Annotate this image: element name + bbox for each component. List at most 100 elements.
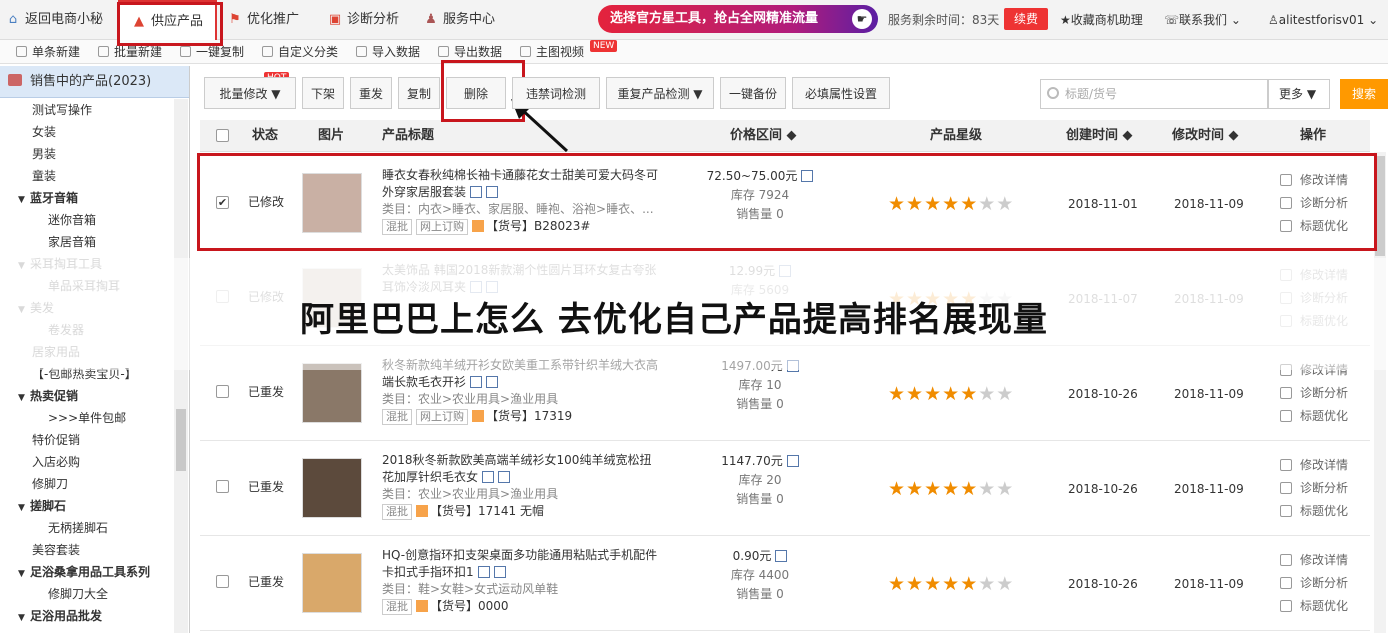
row-checkbox[interactable]	[216, 480, 229, 496]
row-actions: 修改详情诊断分析标题优化	[1280, 549, 1348, 618]
product-thumbnail[interactable]	[302, 363, 362, 423]
product-thumbnail[interactable]	[302, 553, 362, 613]
edit-icon[interactable]	[477, 566, 490, 578]
row-checkbox[interactable]	[216, 385, 229, 401]
product-thumbnail[interactable]	[302, 458, 362, 518]
sidebar-item[interactable]: 男装	[0, 143, 174, 165]
col-ops: 操作	[1300, 128, 1327, 143]
toolbar-button[interactable]: 复制	[398, 77, 440, 109]
search-icon	[1047, 87, 1059, 99]
image-icon[interactable]	[486, 376, 499, 388]
sidebar-item[interactable]: ▼ 热卖促销	[0, 385, 174, 407]
image-icon[interactable]	[493, 566, 506, 578]
qr-icon[interactable]	[416, 505, 428, 517]
edit-icon[interactable]	[775, 550, 788, 562]
image-icon[interactable]	[498, 471, 511, 483]
edit-icon[interactable]	[470, 376, 483, 388]
check-icon	[1280, 600, 1292, 612]
toolbar-button[interactable]: 一键备份	[720, 77, 786, 109]
sidebar-item[interactable]: ▼ 蓝牙音箱	[0, 187, 174, 209]
diagnose-link[interactable]: 诊断分析	[1280, 477, 1348, 500]
sidebar-item[interactable]: ▼ 搓脚石	[0, 495, 174, 517]
star-icon: ★	[978, 573, 997, 595]
sidebar-header[interactable]: 销售中的产品(2023)	[0, 66, 189, 98]
edit-detail-link[interactable]: 修改详情	[1280, 454, 1348, 477]
expand-toggle-icon[interactable]: ▼	[18, 497, 30, 519]
toolbar-button[interactable]: 必填属性设置	[792, 77, 890, 109]
col-price[interactable]: 价格区间 ◆	[730, 120, 797, 152]
more-dropdown[interactable]: 更多 ▼	[1268, 79, 1330, 109]
contact-link[interactable]: ☏联系我们 ⌄	[1164, 0, 1241, 40]
search-button[interactable]: 搜索	[1340, 79, 1388, 109]
select-all-checkbox[interactable]	[216, 120, 229, 155]
nav-optimize-promote[interactable]: ⚑ 优化推广	[228, 0, 299, 40]
single-create[interactable]: 单条新建	[16, 40, 80, 64]
promo-banner[interactable]: 选择官方星工具，抢占全网精准流量 ☛	[598, 5, 878, 33]
toolbar-button[interactable]: 重发	[350, 77, 392, 109]
sidebar-item[interactable]: 童装	[0, 165, 174, 187]
title-optimize-link[interactable]: 标题优化	[1280, 405, 1348, 428]
nav-diagnose[interactable]: ▣ 诊断分析	[328, 0, 399, 40]
row-checkbox[interactable]	[216, 575, 229, 591]
diagnose-icon	[1280, 482, 1292, 494]
title-optimize-link[interactable]: 标题优化	[1280, 595, 1348, 618]
diagnose-icon	[1280, 387, 1292, 399]
sidebar-item[interactable]: 家居音箱	[0, 231, 174, 253]
created-date: 2018-10-26	[1068, 577, 1138, 591]
edit-icon[interactable]	[786, 455, 799, 467]
sidebar-item-label: 修脚刀	[32, 477, 69, 491]
sidebar-item[interactable]: ▼ 足浴用品批发	[0, 605, 174, 627]
sidebar-item-label: 足浴桑拿用品工具系列	[30, 565, 151, 579]
user-menu[interactable]: ♙alitestforisv01 ⌄	[1268, 0, 1378, 40]
expand-toggle-icon[interactable]: ▼	[18, 387, 30, 409]
sidebar-item[interactable]: 美容套装	[0, 539, 174, 561]
star-icon: ★	[924, 383, 943, 405]
nav-service-center[interactable]: ♟ 服务中心	[424, 0, 495, 40]
sidebar-item[interactable]: 无柄搓脚石	[0, 517, 174, 539]
col-modified[interactable]: 修改时间 ◆	[1172, 120, 1239, 152]
sidebar-item[interactable]: 测试写操作	[0, 99, 174, 121]
sidebar-item[interactable]: 修脚刀	[0, 473, 174, 495]
qr-icon[interactable]	[416, 600, 428, 612]
sidebar-item[interactable]: 修脚刀大全	[0, 583, 174, 605]
sidebar-item[interactable]: 迷你音箱	[0, 209, 174, 231]
favorite-link[interactable]: ★收藏商机助理	[1060, 0, 1143, 40]
edit-detail-link[interactable]: 修改详情	[1280, 549, 1348, 572]
diagnose-link[interactable]: 诊断分析	[1280, 382, 1348, 405]
product-title[interactable]: HQ-创意指环扣支架桌面多功能通用粘贴式手机配件卡扣式手指环扣1	[382, 548, 657, 579]
expand-toggle-icon[interactable]: ▼	[18, 563, 30, 585]
title-optimize-link[interactable]: 标题优化	[1280, 500, 1348, 523]
qr-icon[interactable]	[472, 410, 484, 422]
toolbar-button[interactable]: 删除	[446, 77, 506, 109]
edit-icon[interactable]	[482, 471, 495, 483]
search-input[interactable]: 标题/货号	[1040, 79, 1268, 109]
plus-icon	[16, 46, 27, 57]
toolbar-button[interactable]: 批量修改 ▼	[204, 77, 296, 109]
sidebar-item[interactable]: 女装	[0, 121, 174, 143]
custom-category[interactable]: 自定义分类	[262, 40, 338, 64]
row-status: 已重发	[248, 480, 285, 494]
sidebar-item[interactable]: >>>单件包邮	[0, 407, 174, 429]
stock: 库存 4400	[730, 568, 790, 582]
product-title[interactable]: 2018秋冬新款欧美高端羊绒衫女100纯羊绒宽松扭花加厚针织毛衣女	[382, 453, 651, 484]
nav-back-to-mishu[interactable]: ⌂ 返回电商小秘	[6, 0, 103, 40]
sales: 销售量 0	[736, 587, 784, 601]
star-rating: ★★★★★★★	[888, 383, 1014, 405]
toolbar-button[interactable]: 重复产品检测 ▼	[606, 77, 714, 109]
sidebar-item-label: 特价促销	[32, 433, 81, 447]
sidebar-item-label: 美容套装	[32, 543, 81, 557]
scrollbar-thumb[interactable]	[176, 409, 186, 471]
main-video[interactable]: 主图视频	[520, 40, 584, 64]
toolbar-button[interactable]: 违禁词检测	[512, 77, 600, 109]
import-data[interactable]: 导入数据	[356, 40, 420, 64]
diagnose-link[interactable]: 诊断分析	[1280, 572, 1348, 595]
expand-toggle-icon[interactable]: ▼	[18, 607, 30, 629]
sidebar-item[interactable]: 特价促销	[0, 429, 174, 451]
sidebar-item[interactable]: 入店必购	[0, 451, 174, 473]
sidebar-item[interactable]: ▼ 足浴桑拿用品工具系列	[0, 561, 174, 583]
expand-toggle-icon[interactable]: ▼	[18, 189, 30, 211]
toolbar-button[interactable]: 下架	[302, 77, 344, 109]
renew-button[interactable]: 续费	[1004, 8, 1048, 30]
col-created[interactable]: 创建时间 ◆	[1066, 120, 1133, 152]
star-icon: ★	[960, 478, 979, 500]
